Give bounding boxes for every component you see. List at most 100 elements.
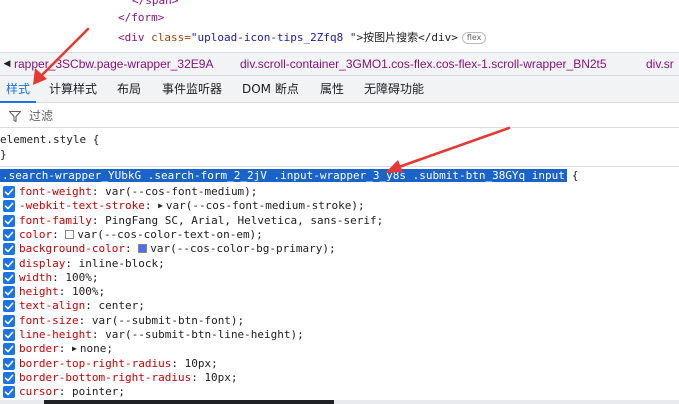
declaration-row: cursor: pointer; [0,385,679,399]
declaration-colon: : [58,342,72,356]
declaration-property[interactable]: -webkit-text-stroke [19,199,145,212]
tab-event-listeners[interactable]: 事件监听器 [156,76,228,103]
color-swatch[interactable] [138,244,148,254]
declaration-property[interactable]: text-align [19,299,85,312]
declaration-property[interactable]: color [19,228,52,241]
rule-selector[interactable]: .search-wrapper_YUbkG .search-form_2_2jV… [0,169,567,182]
declaration-checkbox[interactable] [3,386,15,399]
declaration-property[interactable]: line-height [19,328,92,341]
declaration-checkbox[interactable] [3,200,15,213]
dom-line-div-upload-tips[interactable]: <div class="upload-icon-tips_2Zfq8 ">按图片… [118,31,487,45]
tab-styles[interactable]: 样式 [0,76,37,103]
flex-badge[interactable]: flex [461,32,487,44]
declaration-checkbox[interactable] [3,271,15,284]
declaration-value[interactable]: center; [98,299,144,312]
declaration-value[interactable]: 100%; [72,285,105,298]
declaration-colon: : [58,385,72,399]
declaration-property[interactable]: display [19,257,65,270]
declaration-text: font-weight: var(--cos-font-medium); [19,185,257,199]
declaration-value[interactable]: PingFang SC, Arial, Helvetica, sans-seri… [105,214,383,227]
breadcrumb-item-scroll-container[interactable]: div.scroll-container_3GMO1.cos-flex.cos-… [240,53,607,75]
declaration-checkbox[interactable] [3,343,15,356]
declaration-colon: : [52,227,66,241]
declaration-value[interactable]: pointer; [72,385,125,398]
declaration-checkbox[interactable] [3,186,15,198]
declaration-colon: : [171,356,185,370]
declaration-property[interactable]: width [19,271,52,284]
declaration-value[interactable]: 100%; [65,271,98,284]
declaration-row: text-align: center; [0,299,679,313]
tab-layout[interactable]: 布局 [111,76,147,103]
declaration-property[interactable]: font-size [19,314,79,327]
css-rule-block: .search-wrapper_YUbkG .search-form_2_2jV… [0,168,679,400]
declaration-text: cursor: pointer; [19,385,125,399]
declaration-value[interactable]: 10px; [185,357,218,370]
declaration-checkbox[interactable] [3,286,15,299]
declaration-text: background-color: var(--cos-color-bg-pri… [19,242,336,256]
declaration-value[interactable]: var(--cos-font-medium); [105,185,257,198]
horizontal-scrollbar[interactable] [44,400,334,404]
declaration-text: width: 100%; [19,271,99,285]
styles-pane-tabs: 样式 计算样式 布局 事件监听器 DOM 断点 属性 无障碍功能 [0,76,679,103]
declaration-value[interactable]: var(--cos-font-medium-stroke); [166,199,365,212]
declaration-checkbox[interactable] [3,357,15,370]
declaration-value[interactable]: var(--submit-btn-font); [92,314,244,327]
declaration-property[interactable]: border [19,342,59,355]
declaration-text: border-bottom-right-radius: 10px; [19,371,238,385]
declaration-row: font-family: PingFang SC, Arial, Helveti… [0,214,679,228]
filter-bar[interactable]: 过滤 [0,104,679,128]
declaration-property[interactable]: font-weight [19,185,92,198]
tab-properties[interactable]: 属性 [314,76,350,103]
declaration-text: line-height: var(--submit-btn-line-heigh… [19,328,304,342]
declaration-colon: : [124,242,139,256]
declaration-checkbox[interactable] [3,228,15,241]
declaration-value[interactable]: 10px; [204,371,237,384]
expand-triangle-icon[interactable]: ▶ [158,199,163,213]
filter-input[interactable]: 过滤 [29,104,53,128]
dom-attr-name: class= [151,31,191,44]
declaration-checkbox[interactable] [3,214,15,227]
declaration-row: display: inline-block; [0,257,679,271]
element-style-selector[interactable]: element.style { [0,133,99,147]
declaration-property[interactable]: cursor [19,385,59,398]
declaration-checkbox[interactable] [3,257,15,270]
declaration-checkbox[interactable] [3,329,15,341]
declaration-property[interactable]: background-color [19,242,125,255]
declaration-checkbox[interactable] [3,314,15,327]
dom-line-form-close[interactable]: </form> [118,11,164,25]
declaration-colon: : [191,370,205,384]
declaration-row: height: 100%; [0,285,679,299]
declaration-colon: : [91,185,106,198]
breadcrumb-item-page-wrapper[interactable]: rapper_3SCbw.page-wrapper_32E9A [14,53,213,75]
declaration-checkbox[interactable] [3,243,15,256]
declaration-property[interactable]: font-family [19,214,92,227]
declaration-checkbox[interactable] [3,371,15,384]
tab-accessibility[interactable]: 无障碍功能 [358,76,430,103]
declaration-value[interactable]: var(--submit-btn-line-height); [105,328,304,341]
declaration-text: font-family: PingFang SC, Arial, Helveti… [19,214,383,228]
declaration-property[interactable]: border-bottom-right-radius [19,371,191,384]
tab-computed[interactable]: 计算样式 [43,76,103,103]
rule-open-brace: { [571,169,579,182]
declaration-property[interactable]: height [19,285,59,298]
breadcrumb-item-sr[interactable]: div.sr [646,53,674,75]
declaration-value[interactable]: var(--cos-color-text-on-em); [77,228,262,241]
declaration-value[interactable]: none; [80,342,113,355]
declaration-text: display: inline-block; [19,257,165,271]
declaration-checkbox[interactable] [3,300,15,313]
declaration-value[interactable]: var(--cos-color-bg-primary); [150,242,335,255]
declaration-colon: : [58,285,72,299]
declaration-value[interactable]: inline-block; [79,257,165,270]
breadcrumb-scroll-left-icon[interactable]: ◀ [0,53,14,75]
declaration-row: color: var(--cos-color-text-on-em); [0,228,679,242]
declaration-property[interactable]: border-top-right-radius [19,357,171,370]
dom-line-span-close[interactable]: </span> [132,0,178,8]
dom-attr-value: "upload-icon-tips_2Zfq8 " [190,31,357,44]
declaration-text: text-align: center; [19,299,145,313]
color-swatch[interactable] [65,229,75,239]
tab-dom-breakpoints[interactable]: DOM 断点 [236,76,305,103]
declaration-row: border: ▶ none; [0,342,679,356]
expand-triangle-icon[interactable]: ▶ [72,342,77,356]
dom-tag-open: <div [118,31,152,44]
declaration-row: line-height: var(--submit-btn-line-heigh… [0,328,679,342]
